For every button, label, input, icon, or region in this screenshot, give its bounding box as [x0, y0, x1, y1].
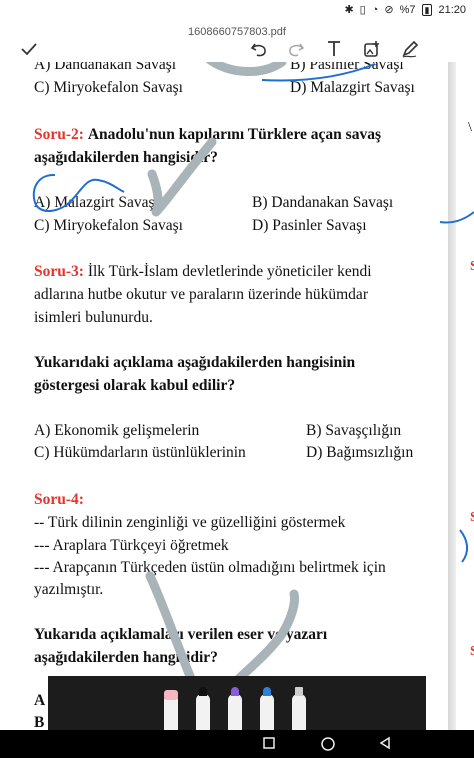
question-2-option-b: B) Dandanakan Savaşı — [252, 194, 394, 211]
question-3-option-d: D) Bağımsızlığın — [306, 444, 414, 461]
question-3-text-line1-row: Soru-3: İlk Türk-İslam devletlerinde yön… — [34, 263, 372, 281]
no-sim-icon: ⊘ — [384, 4, 394, 16]
question-3-option-b: B) Savaşçılığın — [306, 422, 402, 439]
question-3-option-a: A) Ekonomik gelişmelerin — [34, 422, 200, 439]
annotation-toolbar — [0, 36, 474, 62]
navigation-bar — [0, 730, 474, 758]
back-icon[interactable] — [378, 736, 392, 755]
home-icon[interactable] — [320, 736, 336, 757]
question-4-line4: yazılmıştır. — [34, 581, 104, 598]
undo-icon[interactable] — [248, 38, 270, 60]
question-2-text-line1: Anadolu'nun kapılarını Türklere açan sav… — [87, 126, 381, 143]
question-4-question-line2: aşağıdakilerden hangisidir? — [34, 649, 218, 666]
question-3-text-line3: isimleri bulunurdu. — [34, 309, 153, 326]
question-4-option-b-partial: B — [34, 714, 45, 730]
question-2-option-d: D) Pasinler Savaşı — [252, 217, 367, 234]
question-4-line1: -- Türk dilinin zenginliği ve güzelliğin… — [34, 514, 346, 531]
question-3-question-line1: Yukarıdaki açıklama aşağıdakilerden hang… — [34, 354, 356, 371]
question-4-question-line1: Yukarıda açıklamaları verilen eser ve ya… — [34, 626, 328, 643]
highlighter-tool[interactable] — [292, 687, 306, 730]
question-3-text-line2: adlarına hutbe okutur ve paraların üzeri… — [34, 286, 368, 303]
prev-option-d: D) Malazgirt Savaşı — [290, 79, 415, 96]
vibrate-icon: ▯ — [359, 4, 366, 16]
question-2-title: Soru-2: Anadolu'nun kapılarını Türklere … — [34, 126, 381, 144]
question-3-option-c: C) Hükümdarların üstünlüklerinin — [34, 444, 246, 461]
text-tool-icon[interactable] — [323, 38, 345, 60]
bluetooth-icon: ✱ — [344, 4, 354, 16]
status-icons: ✱ ▯ ◔ ⊘ %7 ▮ 21:20 — [344, 3, 466, 16]
question-2-text-line2: aşağıdakilerden hangisidir? — [34, 149, 218, 166]
question-3-question-line2: göstergesi olarak kabul edilir? — [34, 377, 236, 394]
wifi-icon: ◔ — [371, 3, 379, 16]
question-2-label: Soru-2: — [34, 126, 84, 143]
question-3-label: Soru-3: — [34, 263, 84, 280]
page-divider — [448, 62, 456, 730]
question-3-text-line1: İlk Türk-İslam devletlerinde yöneticiler… — [87, 263, 372, 280]
purple-pen-tool[interactable] — [228, 687, 242, 730]
question-4-option-a-partial: A — [34, 692, 46, 709]
battery-level: %7 — [399, 3, 416, 16]
prev-option-a: A) Dandanakan Savaşı — [34, 62, 177, 73]
battery-icon: ▮ — [421, 3, 433, 16]
prev-option-c: C) Miryokefalon Savaşı — [34, 79, 183, 96]
question-2-option-a: A) Malazgirt Savaşı — [34, 194, 159, 211]
check-icon[interactable] — [18, 38, 40, 60]
blue-pen-tool[interactable] — [260, 687, 274, 730]
question-4-line2: --- Araplara Türkçeyi öğretmek — [34, 537, 229, 554]
question-2-option-c: C) Miryokefalon Savaşı — [34, 217, 183, 234]
question-4-line3: --- Arapçanın Türkçeden üstün olmadığını… — [34, 559, 386, 576]
clock: 21:20 — [438, 3, 466, 16]
prev-option-b: B) Pasinler Savaşı — [290, 62, 404, 73]
pen-tray — [48, 676, 426, 730]
pen-tool-icon[interactable] — [399, 38, 421, 60]
next-page-edge: \ S S S — [456, 62, 474, 730]
question-4-label: Soru-4: — [34, 491, 84, 508]
pdf-viewer[interactable]: A) Dandanakan Savaşı B) Pasinler Savaşı … — [0, 62, 474, 730]
eraser-tool[interactable] — [164, 690, 178, 730]
recents-icon[interactable] — [262, 736, 276, 755]
pdf-page: A) Dandanakan Savaşı B) Pasinler Savaşı … — [0, 62, 448, 730]
image-tool-icon[interactable] — [361, 38, 383, 60]
redo-icon[interactable] — [285, 38, 307, 60]
black-pen-tool[interactable] — [196, 687, 210, 730]
status-bar: ✱ ▯ ◔ ⊘ %7 ▮ 21:20 — [0, 0, 474, 20]
